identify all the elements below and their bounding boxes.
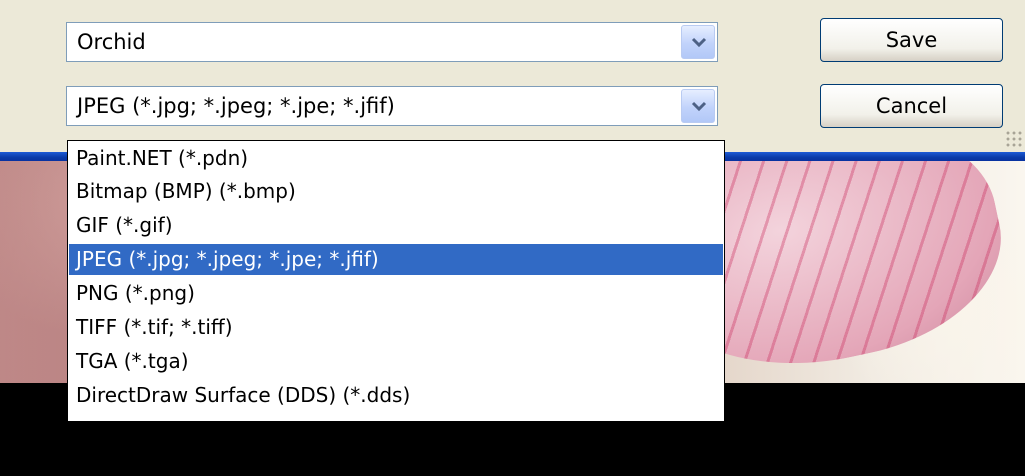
cancel-button[interactable]: Cancel bbox=[820, 84, 1003, 128]
file-name-combobox[interactable]: Orchid bbox=[66, 22, 718, 62]
file-type-option-tga[interactable]: TGA (*.tga) bbox=[69, 346, 723, 377]
file-type-option-png[interactable]: PNG (*.png) bbox=[69, 278, 723, 309]
file-type-option-gif[interactable]: GIF (*.gif) bbox=[69, 210, 723, 241]
file-type-option-bmp[interactable]: Bitmap (BMP) (*.bmp) bbox=[69, 176, 723, 207]
file-name-dropdown-button[interactable] bbox=[681, 25, 715, 59]
file-type-option-pdn[interactable]: Paint.NET (*.pdn) bbox=[69, 143, 723, 174]
resize-grip-icon[interactable] bbox=[1005, 130, 1023, 148]
file-type-dropdown-button[interactable] bbox=[681, 89, 715, 123]
file-type-option-jpeg[interactable]: JPEG (*.jpg; *.jpeg; *.jpe; *.jfif) bbox=[69, 244, 723, 275]
file-type-dropdown-list[interactable]: Paint.NET (*.pdn) Bitmap (BMP) (*.bmp) G… bbox=[67, 140, 725, 422]
save-button[interactable]: Save bbox=[820, 18, 1003, 62]
file-type-combobox[interactable]: JPEG (*.jpg; *.jpeg; *.jpe; *.jfif) bbox=[66, 86, 718, 126]
file-type-option-dds[interactable]: DirectDraw Surface (DDS) (*.dds) bbox=[69, 380, 723, 411]
file-type-value: JPEG (*.jpg; *.jpeg; *.jpe; *.jfif) bbox=[77, 94, 395, 118]
file-type-option-tiff[interactable]: TIFF (*.tif; *.tiff) bbox=[69, 312, 723, 343]
chevron-down-icon bbox=[691, 37, 707, 48]
chevron-down-icon bbox=[691, 101, 707, 112]
file-name-value: Orchid bbox=[77, 30, 146, 54]
